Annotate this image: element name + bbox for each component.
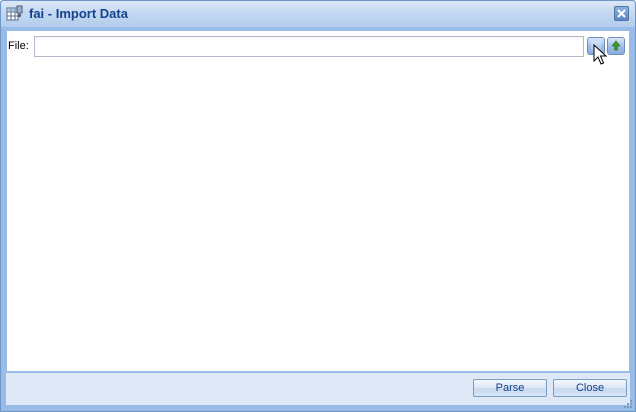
window-titlebar[interactable]: fai - Import Data [1,1,635,28]
upload-file-button[interactable] [607,37,625,55]
file-path-input[interactable] [34,36,584,57]
window-footer: Parse Close [6,373,630,405]
close-x-icon [617,9,626,18]
window-body: File: [6,30,630,372]
window-title: fai - Import Data [29,6,128,21]
table-grid-icon [6,5,23,22]
close-button[interactable]: Close [553,379,627,397]
file-label: File: [8,40,29,52]
browse-file-button[interactable] [587,37,605,55]
parse-button[interactable]: Parse [473,379,547,397]
upload-arrow-icon [611,40,621,51]
resize-grip-icon[interactable] [623,399,633,409]
window-close-button[interactable] [614,6,629,21]
import-data-window: fai - Import Data File: Parse Close [0,0,636,412]
browse-icon [591,41,601,51]
